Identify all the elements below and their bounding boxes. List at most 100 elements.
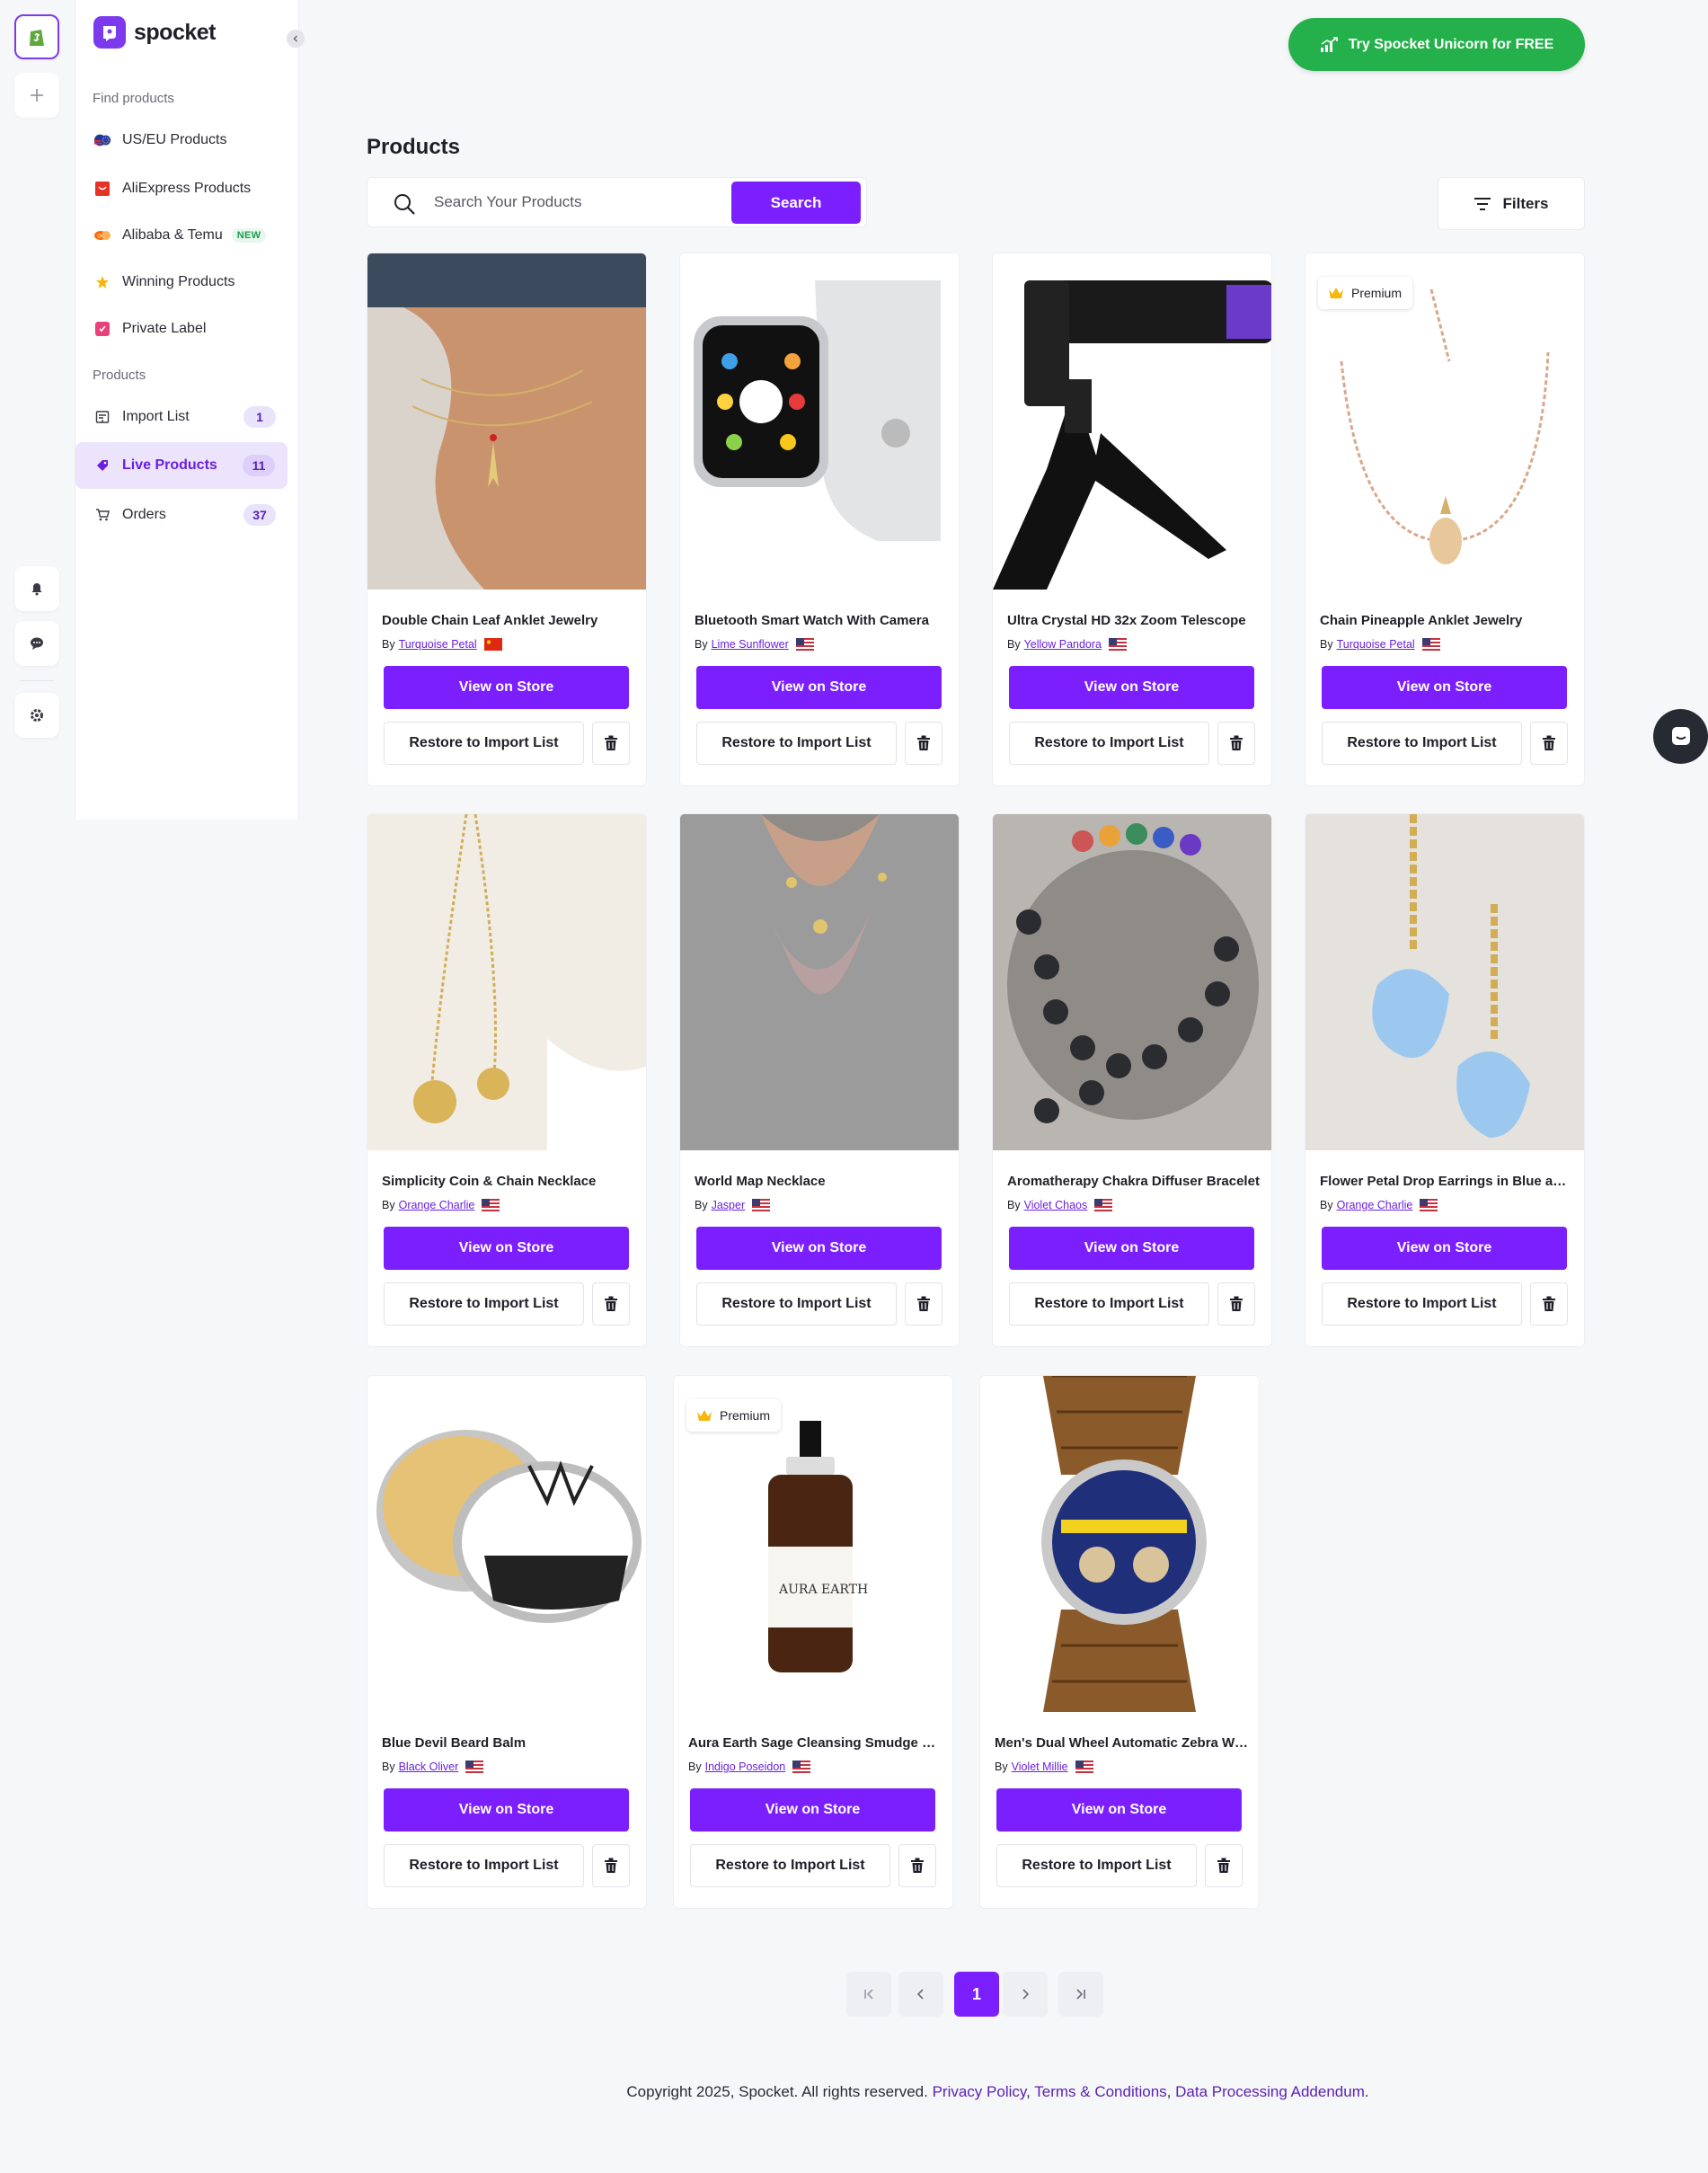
delete-product-button[interactable] xyxy=(592,1282,630,1326)
messages-button[interactable] xyxy=(14,621,59,666)
view-on-store-button[interactable]: View on Store xyxy=(696,1227,942,1270)
restore-to-import-list-button[interactable]: Restore to Import List xyxy=(996,1844,1197,1887)
terms-link[interactable]: Terms & Conditions xyxy=(1034,2083,1166,2100)
sidebar-item-private-label[interactable]: Private Label xyxy=(75,306,288,352)
shopify-store-button[interactable] xyxy=(14,14,59,59)
trash-icon xyxy=(605,1858,617,1873)
sidebar-item-winning-products[interactable]: Winning Products xyxy=(75,259,288,306)
by-label: By xyxy=(1007,1199,1021,1211)
restore-to-import-list-button[interactable]: Restore to Import List xyxy=(384,722,584,765)
supplier-link[interactable]: Turquoise Petal xyxy=(1337,638,1415,651)
product-title[interactable]: Aura Earth Sage Cleansing Smudge Spray xyxy=(688,1735,942,1751)
delete-product-button[interactable] xyxy=(1205,1844,1243,1887)
sidebar-item-live-products[interactable]: Live Products 11 xyxy=(75,442,288,489)
supplier-link[interactable]: Violet Chaos xyxy=(1024,1199,1088,1211)
restore-to-import-list-button[interactable]: Restore to Import List xyxy=(1009,1282,1209,1326)
add-store-button[interactable] xyxy=(14,73,59,118)
live-products-count: 11 xyxy=(243,455,275,476)
view-on-store-button[interactable]: View on Store xyxy=(384,666,629,709)
try-unicorn-button[interactable]: Try Spocket Unicorn for FREE xyxy=(1288,18,1585,71)
product-image[interactable] xyxy=(680,814,959,1150)
view-on-store-button[interactable]: View on Store xyxy=(696,666,942,709)
product-title[interactable]: Men's Dual Wheel Automatic Zebra Wood Wa… xyxy=(995,1735,1248,1751)
support-chat-button[interactable] xyxy=(1653,709,1708,764)
restore-to-import-list-button[interactable]: Restore to Import List xyxy=(384,1844,584,1887)
supplier-link[interactable]: Yellow Pandora xyxy=(1024,638,1102,651)
product-title[interactable]: Bluetooth Smart Watch With Camera xyxy=(695,613,948,628)
restore-to-import-list-button[interactable]: Restore to Import List xyxy=(690,1844,890,1887)
view-on-store-button[interactable]: View on Store xyxy=(1009,666,1254,709)
sidebar-item-label: Orders xyxy=(122,507,166,522)
spocket-logo[interactable]: spocket xyxy=(93,16,216,49)
view-on-store-button[interactable]: View on Store xyxy=(384,1227,629,1270)
delete-product-button[interactable] xyxy=(898,1844,936,1887)
restore-to-import-list-button[interactable]: Restore to Import List xyxy=(1322,722,1522,765)
sidebar-item-us-eu-products[interactable]: US/EU Products xyxy=(75,117,288,164)
restore-to-import-list-button[interactable]: Restore to Import List xyxy=(696,722,897,765)
supplier-link[interactable]: Lime Sunflower xyxy=(712,638,789,651)
delete-product-button[interactable] xyxy=(592,1844,630,1887)
last-page-button[interactable] xyxy=(1058,1972,1103,2017)
sidebar-item-aliexpress[interactable]: AliExpress Products xyxy=(75,165,288,212)
sidebar-item-alibaba-temu[interactable]: ⟳ Alibaba & Temu NEW xyxy=(75,212,288,259)
view-on-store-button[interactable]: View on Store xyxy=(1322,666,1567,709)
product-image[interactable] xyxy=(367,253,646,590)
view-on-store-button[interactable]: View on Store xyxy=(1322,1227,1567,1270)
supplier-link[interactable]: Indigo Poseidon xyxy=(705,1761,786,1773)
supplier-link[interactable]: Black Oliver xyxy=(399,1761,459,1773)
product-card: Ultra Crystal HD 32x Zoom Telescope By Yel… xyxy=(992,253,1272,786)
delete-product-button[interactable] xyxy=(905,1282,942,1326)
restore-to-import-list-button[interactable]: Restore to Import List xyxy=(384,1282,584,1326)
supplier-link[interactable]: Orange Charlie xyxy=(399,1199,475,1211)
product-image[interactable] xyxy=(980,1376,1259,1712)
page-1-button[interactable]: 1 xyxy=(954,1972,999,2017)
product-title[interactable]: Simplicity Coin & Chain Necklace xyxy=(382,1174,635,1189)
sidebar-item-import-list[interactable]: Import List 1 xyxy=(75,394,288,440)
product-title[interactable]: Flower Petal Drop Earrings in Blue and G… xyxy=(1320,1174,1573,1189)
supplier-link[interactable]: Orange Charlie xyxy=(1337,1199,1413,1211)
product-title[interactable]: Blue Devil Beard Balm xyxy=(382,1735,635,1751)
product-image[interactable] xyxy=(993,814,1271,1150)
view-on-store-button[interactable]: View on Store xyxy=(690,1788,935,1832)
product-image[interactable] xyxy=(367,814,646,1150)
filters-button[interactable]: Filters xyxy=(1438,177,1585,230)
product-title[interactable]: Double Chain Leaf Anklet Jewelry xyxy=(382,613,635,628)
view-on-store-button[interactable]: View on Store xyxy=(384,1788,629,1832)
product-image[interactable] xyxy=(993,253,1271,590)
supplier-link[interactable]: Jasper xyxy=(712,1199,746,1211)
product-title[interactable]: Chain Pineapple Anklet Jewelry xyxy=(1320,613,1573,628)
previous-page-button[interactable] xyxy=(898,1972,943,2017)
delete-product-button[interactable] xyxy=(592,722,630,765)
restore-to-import-list-button[interactable]: Restore to Import List xyxy=(1009,722,1209,765)
next-page-button[interactable] xyxy=(1003,1972,1048,2017)
product-title[interactable]: World Map Necklace xyxy=(695,1174,948,1189)
product-image[interactable] xyxy=(1305,814,1584,1150)
delete-product-button[interactable] xyxy=(1530,1282,1568,1326)
first-page-button[interactable] xyxy=(846,1972,891,2017)
product-image[interactable] xyxy=(367,1376,646,1712)
search-input[interactable] xyxy=(434,189,704,216)
sidebar-item-orders[interactable]: Orders 37 xyxy=(75,492,288,538)
notifications-button[interactable] xyxy=(14,566,59,611)
delete-product-button[interactable] xyxy=(1217,722,1255,765)
product-title[interactable]: Aromatherapy Chakra Diffuser Bracelet xyxy=(1007,1174,1261,1189)
delete-product-button[interactable] xyxy=(1530,722,1568,765)
view-on-store-button[interactable]: View on Store xyxy=(996,1788,1242,1832)
data-processing-link[interactable]: Data Processing Addendum xyxy=(1175,2083,1365,2100)
tag-icon xyxy=(93,457,111,475)
restore-to-import-list-button[interactable]: Restore to Import List xyxy=(1322,1282,1522,1326)
search-button[interactable]: Search xyxy=(731,182,861,224)
collapse-sidebar-button[interactable] xyxy=(287,30,305,48)
view-on-store-button[interactable]: View on Store xyxy=(1009,1227,1254,1270)
delete-product-button[interactable] xyxy=(905,722,942,765)
privacy-policy-link[interactable]: Privacy Policy xyxy=(933,2083,1027,2100)
restore-to-import-list-button[interactable]: Restore to Import List xyxy=(696,1282,897,1326)
product-image[interactable] xyxy=(680,253,959,590)
supplier-link[interactable]: Violet Millie xyxy=(1012,1761,1068,1773)
settings-button[interactable] xyxy=(14,693,59,738)
delete-product-button[interactable] xyxy=(1217,1282,1255,1326)
premium-badge: Premium xyxy=(1318,277,1413,309)
product-supplier: By Orange Charlie xyxy=(1320,1199,1438,1211)
product-title[interactable]: Ultra Crystal HD 32x Zoom Telescope xyxy=(1007,613,1261,628)
supplier-link[interactable]: Turquoise Petal xyxy=(399,638,477,651)
